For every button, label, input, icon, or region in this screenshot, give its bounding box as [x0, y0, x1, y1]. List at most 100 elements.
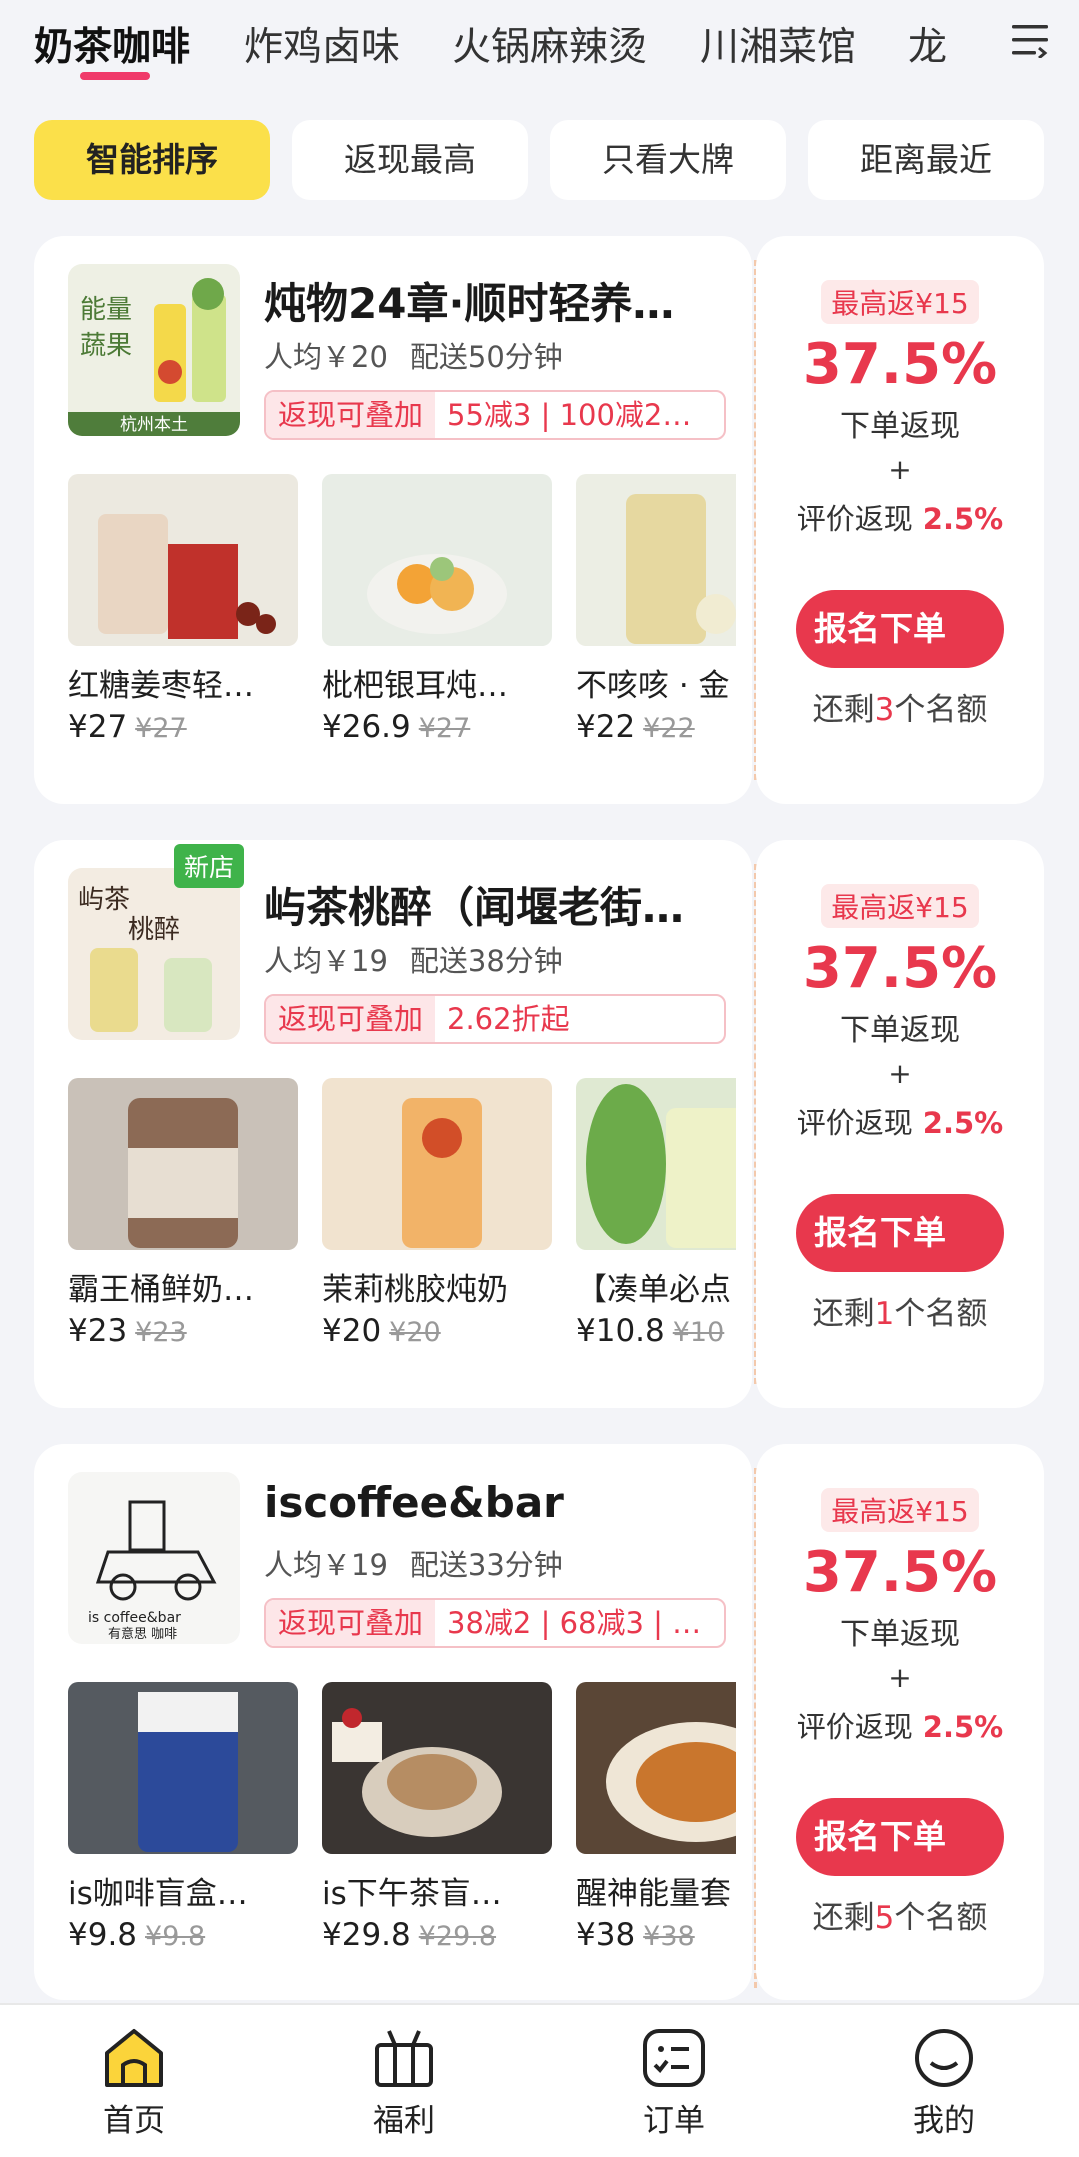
review-cashback: 评价返现 2.5%: [796, 1710, 1004, 1744]
sort-nearest[interactable]: 距离最近: [808, 120, 1044, 200]
plus-sign: +: [888, 1057, 912, 1090]
product-image: [322, 1078, 552, 1250]
original-price: ¥27: [418, 713, 471, 744]
product-image: [576, 1078, 736, 1250]
store-meta: 人均￥19 配送33分钟: [264, 1542, 563, 1584]
signup-order-button[interactable]: 报名下单: [796, 1194, 1004, 1272]
tab-hotpot[interactable]: 火锅麻辣烫: [452, 16, 647, 72]
product-image: [322, 474, 552, 646]
profile-smile-icon: [915, 2029, 973, 2087]
product-image: [576, 1682, 736, 1854]
product-name: 枇杷银耳炖…: [322, 668, 508, 704]
store-card[interactable]: 屿茶 桃醉 新店 屿茶桃醉（闻堰老街… 人均￥19 配送38分钟 返现可叠加 2.6…: [34, 840, 752, 1408]
store-card[interactable]: is coffee&bar 有意思 咖啡 iscoffee&bar 人均￥19 配…: [34, 1444, 752, 2000]
product-item[interactable]: 枇杷银耳炖… ¥26.9 ¥27: [322, 474, 552, 745]
max-cashback-badge: 最高返¥15: [821, 1488, 979, 1532]
tab-fried-chicken[interactable]: 炸鸡卤味: [244, 16, 400, 72]
promo-text: 55减3 | 100减2…: [447, 398, 692, 432]
product-list: is咖啡盲盒… ¥9.8 ¥9.8 is下午茶盲… ¥29.8 ¥29.8 醒神能量…: [68, 1682, 736, 1962]
plus-sign: +: [888, 453, 912, 486]
sort-big-brands[interactable]: 只看大牌: [550, 120, 786, 200]
product-item[interactable]: 醒神能量套 ¥38 ¥38: [576, 1682, 736, 1953]
product-price: ¥9.8 ¥9.8: [68, 1917, 206, 1953]
sort-highest-cashback[interactable]: 返现最高: [292, 120, 528, 200]
promo-tag: 返现可叠加: [266, 1600, 436, 1646]
remaining-slots: 还剩3个名额: [812, 692, 988, 728]
tab-milk-tea-coffee[interactable]: 奶茶咖啡: [34, 16, 190, 72]
product-item[interactable]: 茉莉桃胶炖奶 ¥20 ¥20: [322, 1078, 552, 1349]
original-price: ¥23: [135, 1317, 187, 1348]
promo-row: 返现可叠加 2.62折起: [264, 994, 726, 1044]
product-price: ¥10.8 ¥10: [576, 1313, 725, 1349]
logo-text-line1: 能量: [80, 295, 132, 325]
cashback-panel: 最高返¥15 37.5% 下单返现 + 评价返现 2.5% 报名下单 还剩5个名额: [756, 1444, 1044, 2000]
promo-row: 返现可叠加 55减3 | 100减2…: [264, 390, 726, 440]
remaining-slots: 还剩1个名额: [812, 1296, 988, 1332]
original-price: ¥10: [672, 1317, 725, 1348]
review-cashback: 评价返现 2.5%: [796, 502, 1004, 536]
delivery-time: 配送50分钟: [409, 340, 563, 374]
cashback-label: 下单返现: [840, 409, 960, 444]
product-item[interactable]: 霸王桶鲜奶… ¥23 ¥23: [68, 1078, 298, 1349]
max-cashback-badge: 最高返¥15: [821, 884, 979, 928]
bottom-nav: 首页 福利 订单 我的: [0, 2003, 1079, 2157]
store-logo: 能量 蔬果 杭州本土: [68, 264, 240, 436]
store-meta: 人均￥20 配送50分钟: [264, 334, 563, 376]
delivery-time: 配送38分钟: [409, 944, 563, 978]
cashback-rate: 37.5%: [802, 1540, 998, 1605]
product-item[interactable]: 红糖姜枣轻… ¥27 ¥27: [68, 474, 298, 745]
logo-text-line2: 蔬果: [80, 331, 132, 361]
logo-text-line2: 有意思 咖啡: [108, 1626, 177, 1642]
product-name: is下午茶盲…: [322, 1876, 502, 1912]
order-list-icon: [643, 2029, 705, 2087]
avg-price: 人均￥19: [264, 944, 388, 978]
new-store-badge: 新店: [174, 844, 245, 888]
nav-home[interactable]: 首页: [64, 2027, 204, 2140]
store-logo: is coffee&bar 有意思 咖啡: [68, 1472, 240, 1644]
tab-more-category[interactable]: 龙: [908, 16, 947, 72]
avg-price: 人均￥20: [264, 340, 388, 374]
remaining-slots: 还剩5个名额: [812, 1900, 988, 1936]
logo-text-line1: 屿茶: [78, 885, 130, 915]
promo-tag: 返现可叠加: [266, 392, 436, 438]
product-name: 不咳咳 · 金: [576, 668, 730, 704]
nav-label: 福利: [373, 2103, 435, 2139]
product-name: 【凑单必点: [576, 1272, 731, 1308]
store-name[interactable]: 炖物24章·顺时轻养…: [264, 270, 724, 331]
product-price: ¥22 ¥22: [576, 709, 695, 745]
store-logo: 屿茶 桃醉: [68, 868, 240, 1040]
home-icon: [105, 2029, 163, 2087]
product-image: [322, 1682, 552, 1854]
promo-tag: 返现可叠加: [266, 996, 436, 1042]
signup-order-button[interactable]: 报名下单: [796, 590, 1004, 668]
product-item[interactable]: is咖啡盲盒… ¥9.8 ¥9.8: [68, 1682, 298, 1953]
max-cashback-badge: 最高返¥15: [821, 280, 979, 324]
nav-welfare[interactable]: 福利: [334, 2027, 474, 2140]
nav-mine[interactable]: 我的: [874, 2027, 1014, 2140]
store-name[interactable]: 屿茶桃醉（闻堰老街…: [264, 874, 724, 935]
menu-icon[interactable]: [1012, 22, 1048, 58]
store-card[interactable]: 能量 蔬果 杭州本土 炖物24章·顺时轻养… 人均￥20 配送50分钟 返现可叠加…: [34, 236, 752, 804]
cashback-label: 下单返现: [840, 1013, 960, 1048]
logo-text-line3: 杭州本土: [120, 415, 188, 435]
active-tab-underline: [80, 72, 150, 80]
product-item[interactable]: 不咳咳 · 金 ¥22 ¥22: [576, 474, 736, 745]
cashback-rate: 37.5%: [802, 332, 998, 397]
product-list: 霸王桶鲜奶… ¥23 ¥23 茉莉桃胶炖奶 ¥20 ¥20 【凑单必点 ¥10.8 ¥…: [68, 1078, 736, 1358]
nav-orders[interactable]: 订单: [604, 2027, 744, 2140]
tab-sichuan-hunan[interactable]: 川湘菜馆: [700, 16, 856, 72]
product-price: ¥20 ¥20: [322, 1313, 441, 1349]
nav-label: 我的: [913, 2103, 975, 2139]
product-name: 红糖姜枣轻…: [68, 668, 254, 704]
store-name[interactable]: iscoffee&bar: [264, 1478, 724, 1527]
product-price: ¥23 ¥23: [68, 1313, 187, 1349]
signup-order-button[interactable]: 报名下单: [796, 1798, 1004, 1876]
promo-text: 2.62折起: [447, 1002, 570, 1036]
product-price: ¥26.9 ¥27: [322, 709, 471, 745]
original-price: ¥9.8: [145, 1921, 206, 1952]
product-item[interactable]: is下午茶盲… ¥29.8 ¥29.8: [322, 1682, 552, 1953]
original-price: ¥22: [643, 713, 695, 744]
product-item[interactable]: 【凑单必点 ¥10.8 ¥10: [576, 1078, 736, 1349]
sort-smart[interactable]: 智能排序: [34, 120, 270, 200]
product-image: [576, 474, 736, 646]
